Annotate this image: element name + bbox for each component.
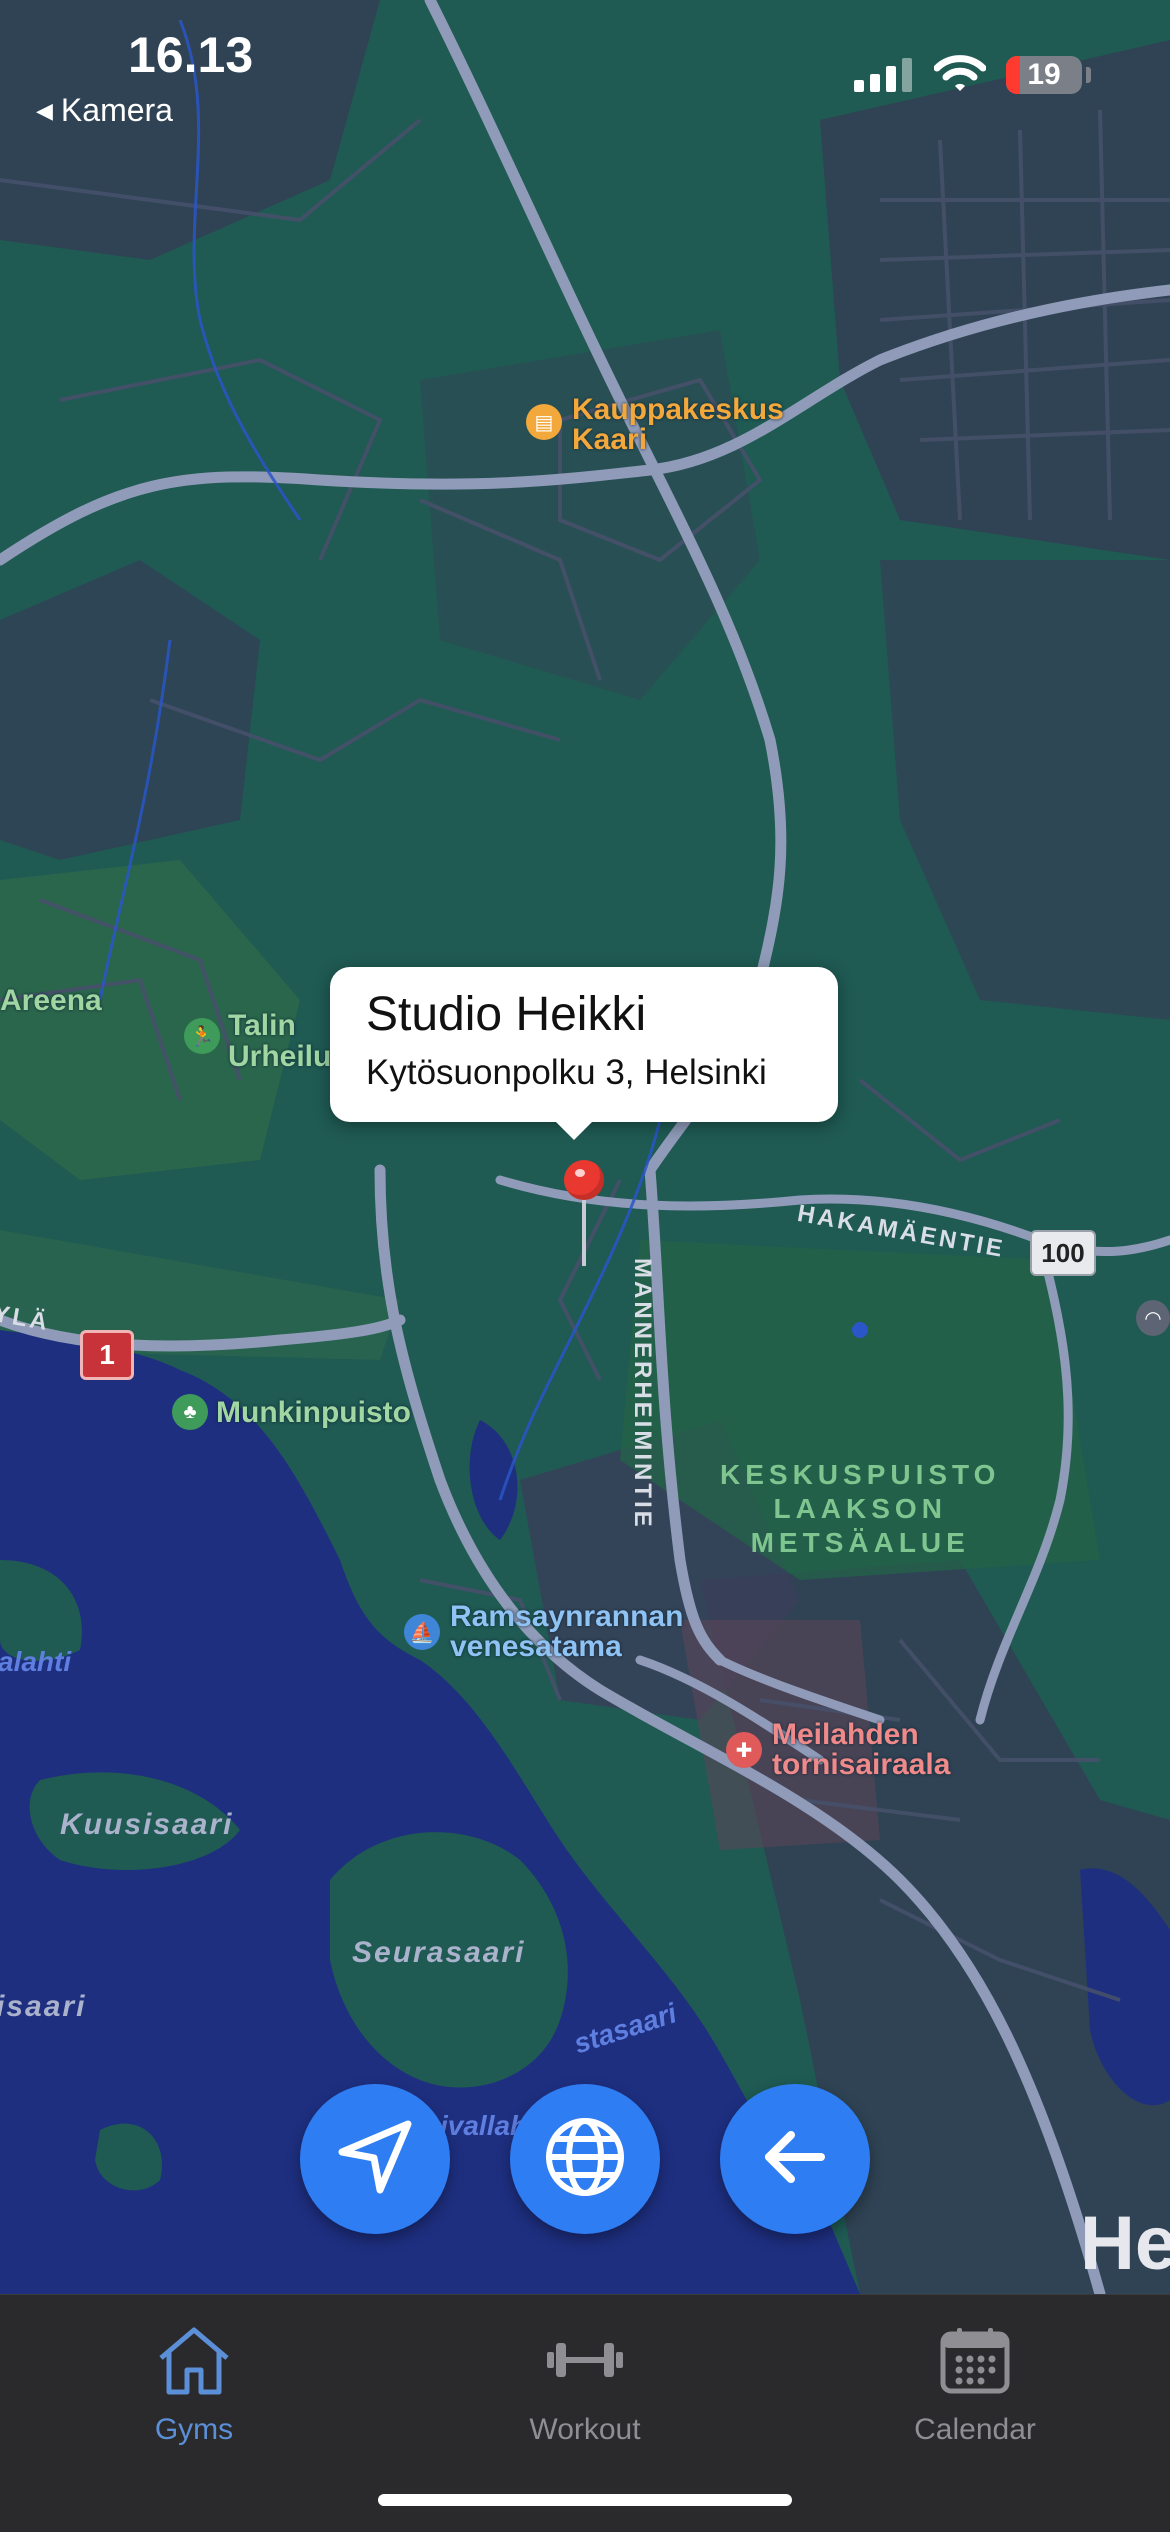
battery-icon: 19: [1006, 56, 1082, 94]
location-arrow-icon: [334, 2116, 416, 2203]
shopping-bag-icon[interactable]: ▤: [526, 404, 562, 440]
place-helsinki: He: [1080, 2201, 1170, 2286]
tab-workout-label: Workout: [529, 2413, 641, 2446]
tab-gyms-label: Gyms: [154, 2413, 234, 2446]
globe-icon: [543, 2115, 627, 2204]
screen: ▤ Kauppakeskus Kaari Areena 🏃 Talin Urhe…: [0, 0, 1170, 2532]
home-indicator[interactable]: [378, 2494, 792, 2506]
poi-meilahden-tornisairaala[interactable]: Meilahden tornisairaala: [772, 1720, 950, 1780]
map-view[interactable]: ▤ Kauppakeskus Kaari Areena 🏃 Talin Urhe…: [0, 0, 1170, 2294]
tab-calendar[interactable]: Calendar: [845, 2315, 1105, 2475]
poi-kauppakeskus-kaari[interactable]: Kauppakeskus Kaari: [572, 395, 784, 455]
callout-address: Kytösuonpolku 3, Helsinki: [366, 1053, 767, 1092]
place-kuusisaari: Kuusisaari: [60, 1808, 234, 1841]
cellular-signal-icon: [854, 58, 912, 92]
hospital-icon[interactable]: ✚: [726, 1732, 762, 1768]
poi-ramsaynrannan-venesatama[interactable]: Ramsaynrannan venesatama: [450, 1602, 683, 1662]
poi-munkinpuisto[interactable]: Munkinpuisto: [216, 1397, 411, 1428]
battery-tip: [1086, 67, 1091, 83]
place-alahti: alahti: [0, 1646, 72, 1677]
house-icon: [157, 2315, 231, 2405]
running-person-icon[interactable]: 🏃: [184, 1018, 220, 1054]
sailboat-icon[interactable]: ⛵: [404, 1614, 440, 1650]
place-seurasaari: Seurasaari: [352, 1936, 526, 1969]
callout-title: Studio Heikki: [366, 988, 647, 1041]
road-mannerheimintie: MANNERHEIMINTIE: [629, 1258, 656, 1530]
locate-me-button[interactable]: [300, 2084, 450, 2234]
back-app-label: Kamera: [60, 92, 173, 128]
back-to-app-link[interactable]: ◀ Kamera: [36, 92, 173, 129]
place-isaari: isaari: [0, 1990, 87, 2023]
transit-icon[interactable]: ◠: [1136, 1300, 1170, 1336]
route-shield-100: 100: [1030, 1230, 1096, 1276]
battery-level: 19: [1027, 58, 1061, 91]
tab-calendar-label: Calendar: [914, 2413, 1036, 2446]
dumbbell-icon: [545, 2315, 625, 2405]
map-canvas[interactable]: [0, 0, 1170, 2294]
map-pin-highlight: [575, 1169, 585, 1177]
poi-areena[interactable]: Areena: [0, 985, 102, 1016]
callout-pointer: [552, 1118, 596, 1140]
calendar-icon: [940, 2315, 1010, 2405]
website-button[interactable]: [510, 2084, 660, 2234]
status-bar: 16.13 ◀ Kamera 19: [0, 0, 1170, 130]
arrow-left-icon: [759, 2121, 831, 2198]
location-callout[interactable]: Studio Heikki Kytösuonpolku 3, Helsinki: [330, 967, 838, 1122]
area-keskuspuisto: KESKUSPUISTO LAAKSON METSÄALUE: [720, 1459, 1001, 1558]
map-pin-icon[interactable]: [564, 1160, 604, 1200]
map-pin-needle: [582, 1198, 586, 1266]
tab-gyms[interactable]: Gyms: [64, 2315, 324, 2475]
poi-talin-urheilupuisto[interactable]: Talin Urheilu: [228, 1010, 331, 1072]
status-time: 16.13: [128, 27, 254, 83]
tab-workout[interactable]: Workout: [455, 2315, 715, 2475]
back-triangle-icon: ◀: [36, 97, 53, 123]
wifi-icon: [933, 54, 987, 99]
route-shield-1: 1: [80, 1330, 134, 1380]
tree-icon[interactable]: ♣: [172, 1394, 208, 1430]
back-button[interactable]: [720, 2084, 870, 2234]
